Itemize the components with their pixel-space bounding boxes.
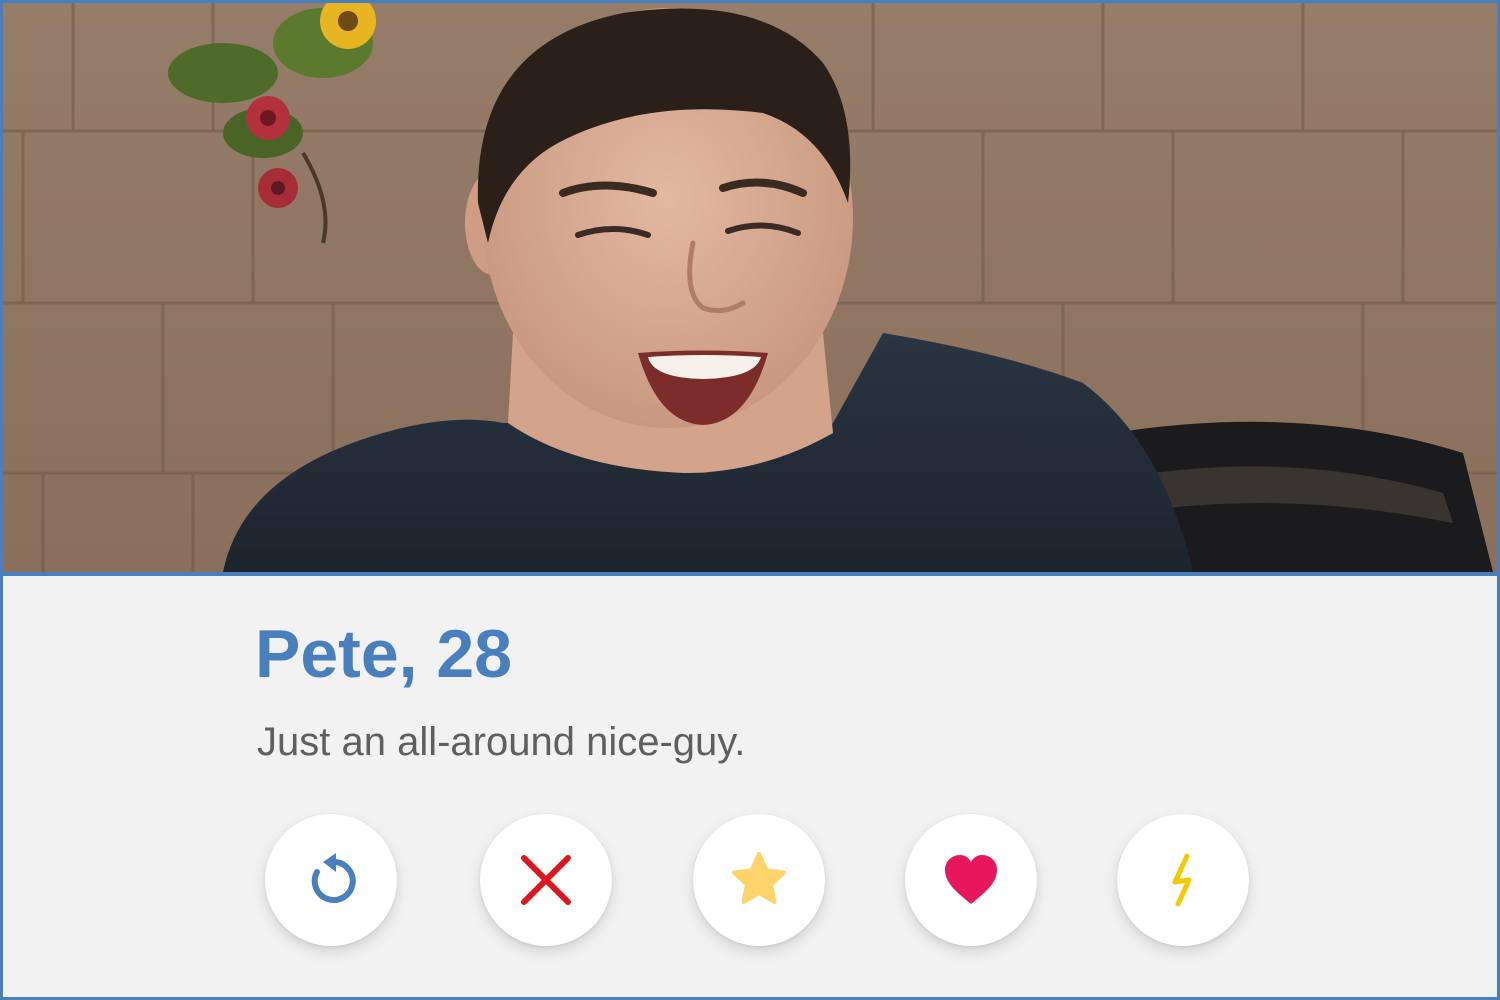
profile-info-panel: Pete, 28 Just an all-around nice-guy. <box>3 576 1497 997</box>
like-button[interactable] <box>905 814 1037 946</box>
boost-button[interactable] <box>1117 814 1249 946</box>
close-icon <box>516 850 576 910</box>
lightning-icon <box>1153 850 1213 910</box>
nope-button[interactable] <box>480 814 612 946</box>
heart-icon <box>939 848 1003 912</box>
rewind-icon <box>301 850 361 910</box>
profile-photo[interactable] <box>3 3 1497 572</box>
super-like-button[interactable] <box>693 814 825 946</box>
profile-card: Pete, 28 Just an all-around nice-guy. <box>0 0 1500 1000</box>
rewind-button[interactable] <box>265 814 397 946</box>
profile-bio: Just an all-around nice-guy. <box>257 720 746 764</box>
profile-name-age: Pete, 28 <box>255 616 513 692</box>
star-icon <box>727 848 791 912</box>
